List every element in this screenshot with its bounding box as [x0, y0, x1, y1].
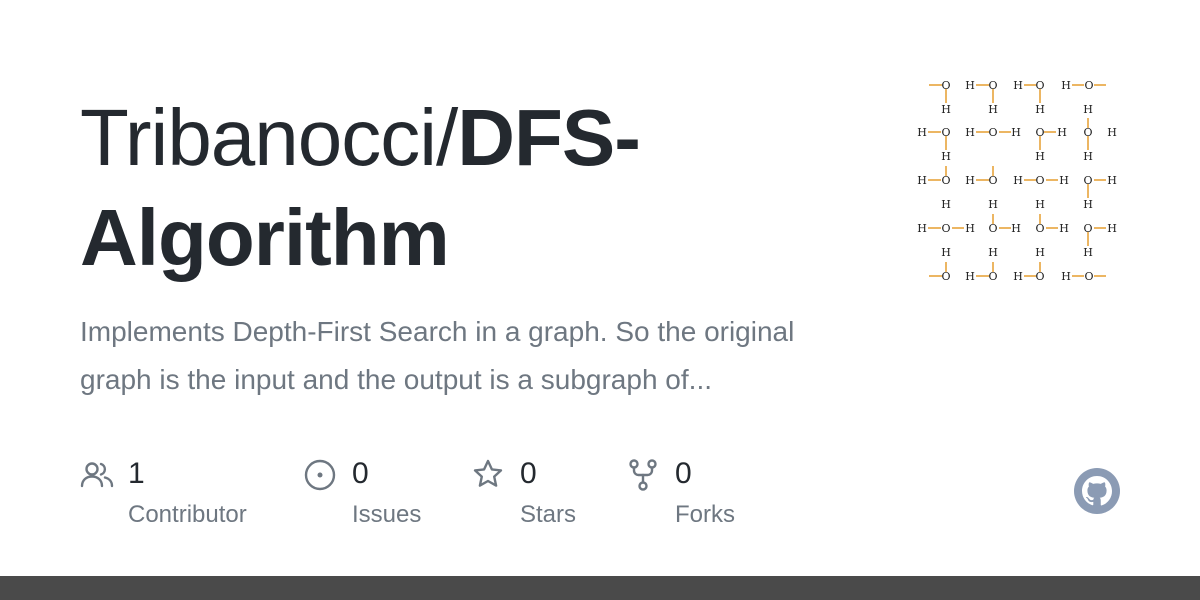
svg-text:O: O [988, 79, 997, 92]
svg-text:O: O [1035, 222, 1044, 235]
contributor-count: 1 [128, 457, 145, 490]
repo-title: Tribanocci/DFS-Algorithm [80, 88, 900, 288]
bottom-bar [0, 576, 1200, 600]
svg-text:O: O [988, 270, 997, 283]
svg-text:H: H [1035, 103, 1045, 116]
people-icon [80, 462, 114, 488]
svg-text:H: H [1059, 174, 1069, 187]
svg-text:H: H [941, 198, 951, 211]
svg-text:H: H [917, 174, 927, 187]
svg-text:H: H [1013, 79, 1023, 92]
svg-text:H: H [965, 126, 975, 139]
svg-text:H: H [965, 174, 975, 187]
svg-text:H: H [1061, 79, 1071, 92]
svg-text:H: H [941, 150, 951, 163]
svg-text:H: H [988, 198, 998, 211]
svg-text:H: H [988, 246, 998, 259]
svg-text:O: O [1084, 270, 1093, 283]
svg-text:H: H [1013, 174, 1023, 187]
fork-icon [629, 459, 657, 491]
svg-text:O: O [1083, 126, 1092, 139]
svg-text:H: H [1107, 126, 1117, 139]
svg-text:O: O [941, 79, 950, 92]
svg-text:H: H [988, 103, 998, 116]
svg-text:H: H [1011, 126, 1021, 139]
svg-text:O: O [1083, 174, 1092, 187]
svg-text:O: O [941, 126, 950, 139]
svg-text:H: H [1059, 222, 1069, 235]
svg-text:H: H [1011, 222, 1021, 235]
svg-text:H: H [917, 222, 927, 235]
svg-text:H: H [1035, 246, 1045, 259]
svg-text:H: H [965, 270, 975, 283]
svg-text:H: H [1083, 198, 1093, 211]
svg-text:H: H [941, 103, 951, 116]
svg-text:O: O [941, 174, 950, 187]
svg-text:H: H [1083, 103, 1093, 116]
svg-text:H: H [1035, 198, 1045, 211]
owner-avatar: OH H OH H OH HO H OH HOH O HH HO HH HO HO HOH… [917, 79, 1117, 283]
svg-text:H: H [1083, 150, 1093, 163]
star-count: 0 [520, 457, 537, 490]
fork-count: 0 [675, 457, 692, 490]
repo-description: Implements Depth-First Search in a graph… [80, 316, 795, 395]
svg-text:H: H [1013, 270, 1023, 283]
svg-text:O: O [1084, 79, 1093, 92]
svg-text:H: H [1035, 150, 1045, 163]
svg-text:O: O [1035, 174, 1044, 187]
issue-count: 0 [352, 457, 369, 490]
svg-text:O: O [988, 126, 997, 139]
issue-circle-icon [304, 459, 336, 491]
contributor-label: Contributor [128, 501, 247, 528]
svg-text:O: O [941, 270, 950, 283]
svg-text:H: H [1107, 174, 1117, 187]
svg-text:O: O [988, 222, 997, 235]
svg-text:H: H [941, 246, 951, 259]
svg-text:O: O [941, 222, 950, 235]
svg-text:O: O [988, 174, 997, 187]
svg-text:O: O [1035, 79, 1044, 92]
svg-text:H: H [1061, 270, 1071, 283]
svg-text:H: H [1107, 222, 1117, 235]
svg-text:H: H [965, 79, 975, 92]
svg-text:H: H [965, 222, 975, 235]
star-icon [473, 459, 503, 487]
svg-text:H: H [1083, 246, 1093, 259]
svg-text:H: H [1057, 126, 1067, 139]
svg-text:H: H [917, 126, 927, 139]
repo-owner: Tribanocci/ [80, 93, 458, 182]
issue-label: Issues [352, 501, 422, 528]
svg-text:O: O [1035, 126, 1044, 139]
svg-text:O: O [1083, 222, 1092, 235]
fork-label: Forks [675, 501, 735, 528]
star-label: Stars [520, 501, 577, 528]
svg-text:O: O [1035, 270, 1044, 283]
github-logo-icon[interactable] [1073, 467, 1121, 515]
